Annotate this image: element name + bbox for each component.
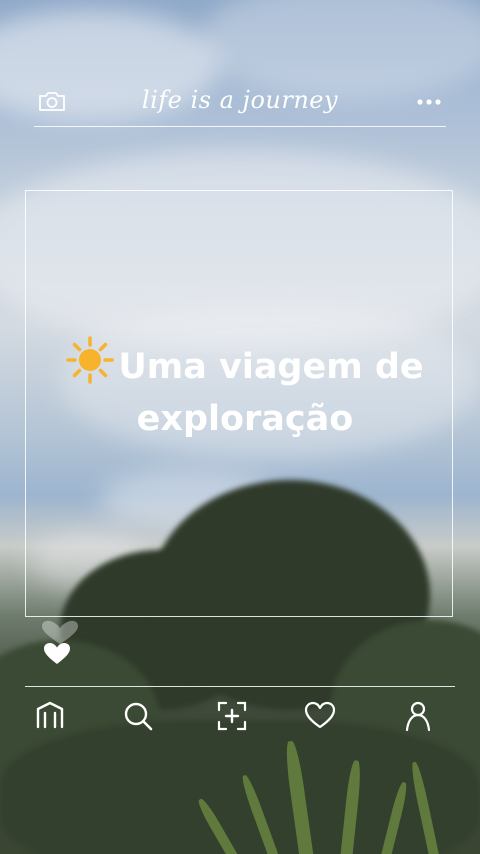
add-post-icon[interactable]	[215, 699, 249, 733]
more-dots-icon[interactable]	[416, 98, 442, 106]
home-icon[interactable]	[33, 699, 67, 733]
top-bar: life is a journey	[34, 80, 446, 127]
heart-filled-icon[interactable]	[43, 642, 71, 666]
headline-line-1: Uma viagem de	[118, 347, 424, 387]
heart-icon[interactable]	[303, 699, 337, 733]
bottom-nav	[25, 686, 455, 747]
post-headline: Uma viagem de exploração	[40, 336, 450, 445]
brand-title: life is a journey	[141, 86, 339, 114]
reactions	[40, 620, 80, 670]
sun-emoji	[66, 336, 115, 384]
profile-icon[interactable]	[401, 699, 435, 733]
headline-line-2: exploração	[136, 399, 354, 439]
search-icon[interactable]	[121, 699, 155, 733]
